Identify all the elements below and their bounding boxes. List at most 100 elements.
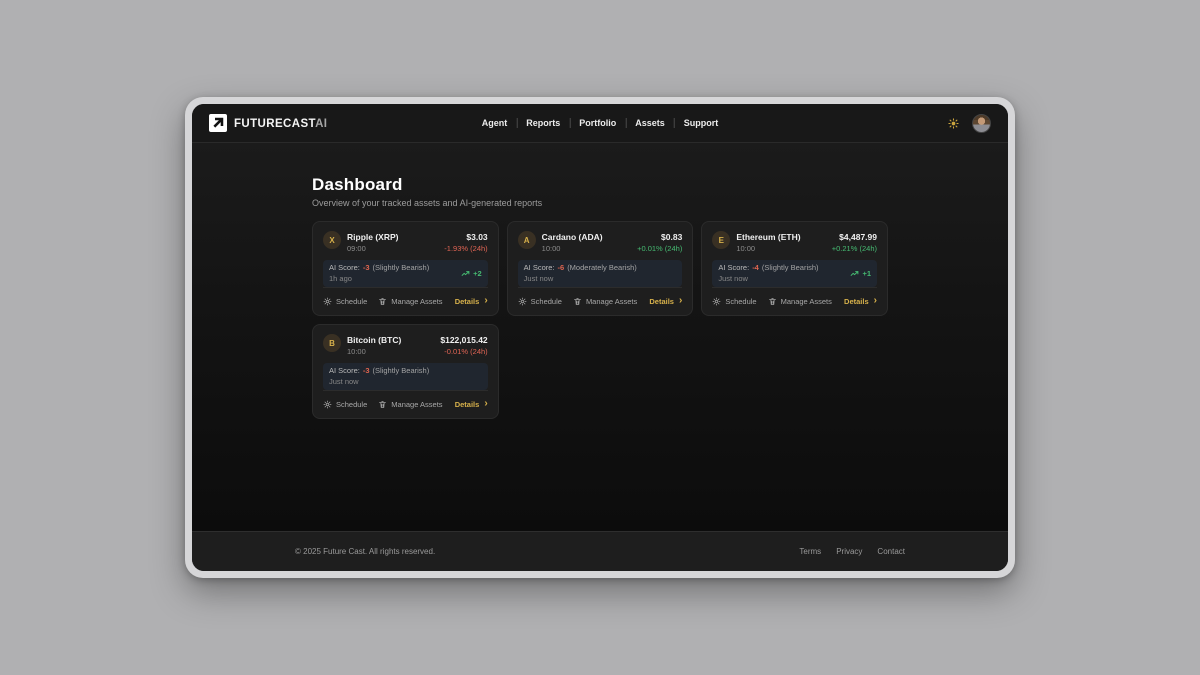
main-nav: Agent Reports Portfolio Assets Support xyxy=(473,118,728,128)
sun-icon xyxy=(948,118,959,129)
trend-badge: +2 xyxy=(461,269,482,278)
footer-links: Terms Privacy Contact xyxy=(799,547,905,556)
schedule-label: Schedule xyxy=(336,297,367,306)
asset-card-header: B Bitcoin (BTC) 10:00 $122,015.42 -0.01%… xyxy=(323,334,488,356)
theme-toggle-button[interactable] xyxy=(948,118,959,129)
page-title: Dashboard xyxy=(312,175,888,195)
asset-price: $3.03 xyxy=(444,232,487,242)
trending-up-icon xyxy=(461,269,470,278)
ai-score-value: -3 xyxy=(363,366,370,375)
app-footer: © 2025 Future Cast. All rights reserved.… xyxy=(192,531,1008,571)
nav-item[interactable]: Assets xyxy=(626,118,674,128)
trash-icon xyxy=(378,297,387,306)
ai-updated-time: Just now xyxy=(329,377,429,386)
ai-score-panel: AI Score: -3 (Slightly Bearish) Just now xyxy=(323,363,488,390)
main-area: Dashboard Overview of your tracked asset… xyxy=(192,143,1008,531)
ai-score-value: -6 xyxy=(558,263,565,272)
gear-icon xyxy=(323,297,332,306)
ai-updated-time: Just now xyxy=(524,274,637,283)
ai-updated-time: Just now xyxy=(718,274,818,283)
asset-icon: B xyxy=(323,334,341,352)
asset-time: 10:00 xyxy=(542,244,603,253)
brand-suffix-text: AI xyxy=(315,118,327,130)
asset-identity: Cardano (ADA) 10:00 xyxy=(542,231,603,253)
manage-assets-button[interactable]: Manage Assets xyxy=(768,297,832,306)
ai-score-label: AI Score: xyxy=(329,366,360,375)
trend-badge: +1 xyxy=(850,269,871,278)
nav-item[interactable]: Portfolio xyxy=(570,118,625,128)
ai-score-label: AI Score: xyxy=(524,263,555,272)
nav-item-group: Agent xyxy=(473,118,518,128)
trend-value: +1 xyxy=(862,269,871,278)
brand-name-text: FUTURECAST xyxy=(234,118,315,130)
asset-card-grid: X Ripple (XRP) 09:00 $3.03 -1.93% (24h) … xyxy=(312,221,888,419)
gear-icon xyxy=(712,297,721,306)
manage-assets-button[interactable]: Manage Assets xyxy=(378,297,442,306)
asset-change: +0.01% (24h) xyxy=(637,244,682,253)
trend-value: +2 xyxy=(473,269,482,278)
footer-link[interactable]: Contact xyxy=(877,547,905,556)
asset-card-actions: Schedule Manage Assets Details › xyxy=(323,390,488,418)
asset-price: $122,015.42 xyxy=(440,335,487,345)
asset-icon: E xyxy=(712,231,730,249)
ai-score-line: AI Score: -4 (Slightly Bearish) xyxy=(718,263,818,272)
ai-score-value: -4 xyxy=(752,263,759,272)
footer-link[interactable]: Terms xyxy=(799,547,821,556)
asset-card-actions: Schedule Manage Assets Details › xyxy=(712,287,877,315)
asset-card: X Ripple (XRP) 09:00 $3.03 -1.93% (24h) … xyxy=(312,221,499,316)
asset-pricing: $3.03 -1.93% (24h) xyxy=(444,231,487,253)
manage-assets-label: Manage Assets xyxy=(391,400,442,409)
asset-name: Ripple (XRP) xyxy=(347,232,398,242)
user-avatar[interactable] xyxy=(972,114,991,133)
schedule-button[interactable]: Schedule xyxy=(323,400,367,409)
asset-time: 10:00 xyxy=(736,244,800,253)
details-button[interactable]: Details › xyxy=(455,297,488,306)
nav-item[interactable]: Agent xyxy=(473,118,517,128)
app-window: FUTURECASTAI Agent Reports Portfolio Ass… xyxy=(185,97,1015,578)
manage-assets-button[interactable]: Manage Assets xyxy=(573,297,637,306)
asset-price: $0.83 xyxy=(637,232,682,242)
details-label: Details xyxy=(455,400,480,409)
footer-link[interactable]: Privacy xyxy=(836,547,862,556)
chevron-right-icon: › xyxy=(679,296,682,306)
ai-score-label: AI Score: xyxy=(329,263,360,272)
asset-change: -1.93% (24h) xyxy=(444,244,487,253)
app-header: FUTURECASTAI Agent Reports Portfolio Ass… xyxy=(192,104,1008,143)
nav-item-group: Support xyxy=(675,118,728,128)
asset-card-header: A Cardano (ADA) 10:00 $0.83 +0.01% (24h) xyxy=(518,231,683,253)
ai-updated-time: 1h ago xyxy=(329,274,429,283)
asset-name: Cardano (ADA) xyxy=(542,232,603,242)
chevron-right-icon: › xyxy=(484,399,487,409)
nav-item[interactable]: Reports xyxy=(517,118,569,128)
schedule-label: Schedule xyxy=(725,297,756,306)
details-button[interactable]: Details › xyxy=(455,400,488,409)
ai-score-line: AI Score: -6 (Moderately Bearish) xyxy=(524,263,637,272)
details-button[interactable]: Details › xyxy=(649,297,682,306)
trash-icon xyxy=(378,400,387,409)
asset-identity: Ripple (XRP) 09:00 xyxy=(347,231,398,253)
desktop-background: { "brand": { "name": "FUTURECAST", "suff… xyxy=(0,0,1200,675)
ai-score-line: AI Score: -3 (Slightly Bearish) xyxy=(329,366,429,375)
dashboard-content: Dashboard Overview of your tracked asset… xyxy=(312,143,888,531)
asset-price: $4,487.99 xyxy=(832,232,877,242)
details-button[interactable]: Details › xyxy=(844,297,877,306)
asset-icon: A xyxy=(518,231,536,249)
brand-name: FUTURECASTAI xyxy=(234,114,327,132)
nav-item-group: Assets xyxy=(626,118,675,128)
manage-assets-button[interactable]: Manage Assets xyxy=(378,400,442,409)
schedule-button[interactable]: Schedule xyxy=(712,297,756,306)
ai-score-info: AI Score: -4 (Slightly Bearish) Just now xyxy=(718,263,818,283)
trash-icon xyxy=(573,297,582,306)
schedule-button[interactable]: Schedule xyxy=(323,297,367,306)
nav-item[interactable]: Support xyxy=(675,118,728,128)
ai-sentiment: (Slightly Bearish) xyxy=(373,263,430,272)
asset-pricing: $0.83 +0.01% (24h) xyxy=(637,231,682,253)
asset-time: 09:00 xyxy=(347,244,398,253)
details-label: Details xyxy=(844,297,869,306)
ai-sentiment: (Slightly Bearish) xyxy=(373,366,430,375)
chevron-right-icon: › xyxy=(874,296,877,306)
details-label: Details xyxy=(649,297,674,306)
schedule-button[interactable]: Schedule xyxy=(518,297,562,306)
asset-name: Bitcoin (BTC) xyxy=(347,335,401,345)
asset-card: A Cardano (ADA) 10:00 $0.83 +0.01% (24h)… xyxy=(507,221,694,316)
